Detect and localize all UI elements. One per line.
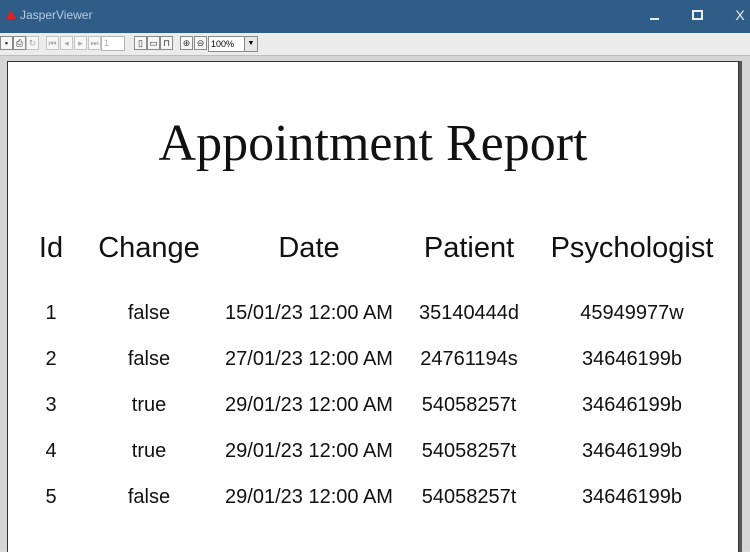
cell-date: 29/01/23 12:00 AM <box>225 394 393 416</box>
cell-id: 5 <box>45 486 57 508</box>
report-title: Appointment Report <box>158 115 588 172</box>
cell-psychologist: 34646199b <box>581 348 683 370</box>
fit-page-icon[interactable]: ▭ <box>147 36 160 50</box>
report-viewport[interactable]: Appointment Report Id Change Date Patien… <box>0 56 750 552</box>
zoom-select[interactable]: 100% ▼ <box>208 36 258 52</box>
close-button[interactable]: X <box>726 4 750 28</box>
cell-id: 1 <box>45 302 57 324</box>
cell-psychologist: 34646199b <box>581 440 683 462</box>
column-header-psychologist: Psychologist <box>550 232 714 264</box>
column-header-patient: Patient <box>423 232 515 264</box>
cell-change: true <box>131 394 167 416</box>
minimize-button[interactable] <box>640 4 668 28</box>
save-icon[interactable]: ▪ <box>0 36 13 50</box>
cell-date: 29/01/23 12:00 AM <box>225 486 393 508</box>
zoom-in-icon[interactable]: ⊕ <box>180 36 193 50</box>
fit-width-icon[interactable]: ⊓ <box>160 36 173 50</box>
cell-id: 3 <box>45 394 57 416</box>
reload-icon[interactable]: ↻ <box>26 36 39 50</box>
page-number-input[interactable]: 1 <box>101 36 125 51</box>
zoom-value: 100% <box>211 39 235 49</box>
cell-id: 2 <box>45 348 57 370</box>
column-header-change: Change <box>98 232 200 264</box>
cell-change: true <box>131 440 167 462</box>
cell-patient: 24761194s <box>420 348 518 370</box>
cell-change: false <box>127 348 171 370</box>
next-page-icon[interactable]: ▸ <box>74 36 87 50</box>
java-app-icon <box>6 10 16 19</box>
cell-patient: 54058257t <box>421 394 517 416</box>
print-icon[interactable]: ⎙ <box>13 36 26 50</box>
zoom-out-icon[interactable]: ⊖ <box>194 36 207 50</box>
cell-patient: 54058257t <box>421 440 517 462</box>
cell-psychologist: 34646199b <box>581 486 683 508</box>
title-bar: JasperViewer X <box>0 0 750 33</box>
cell-change: false <box>127 302 171 324</box>
cell-psychologist: 34646199b <box>581 394 683 416</box>
chevron-down-icon[interactable]: ▼ <box>244 37 257 51</box>
cell-date: 27/01/23 12:00 AM <box>225 348 393 370</box>
cell-change: false <box>127 486 171 508</box>
cell-date: 29/01/23 12:00 AM <box>225 440 393 462</box>
column-header-date: Date <box>278 232 340 264</box>
cell-patient: 54058257t <box>421 486 517 508</box>
last-page-icon[interactable]: ⏭ <box>88 36 101 50</box>
maximize-button[interactable] <box>683 4 711 28</box>
cell-id: 4 <box>45 440 57 462</box>
cell-date: 15/01/23 12:00 AM <box>225 302 393 324</box>
previous-page-icon[interactable]: ◂ <box>60 36 73 50</box>
report-page: Appointment Report Id Change Date Patien… <box>7 61 739 552</box>
window-title: JasperViewer <box>20 8 93 22</box>
column-header-id: Id <box>38 232 64 264</box>
viewer-toolbar: ▪ ⎙ ↻ ⏮ ◂ ▸ ⏭ 1 ▯ ▭ ⊓ ⊕ ⊖ 100% ▼ <box>0 33 750 56</box>
cell-patient: 35140444d <box>418 302 520 324</box>
actual-size-icon[interactable]: ▯ <box>134 36 147 50</box>
cell-psychologist: 45949977w <box>580 302 684 324</box>
first-page-icon[interactable]: ⏮ <box>46 36 59 50</box>
